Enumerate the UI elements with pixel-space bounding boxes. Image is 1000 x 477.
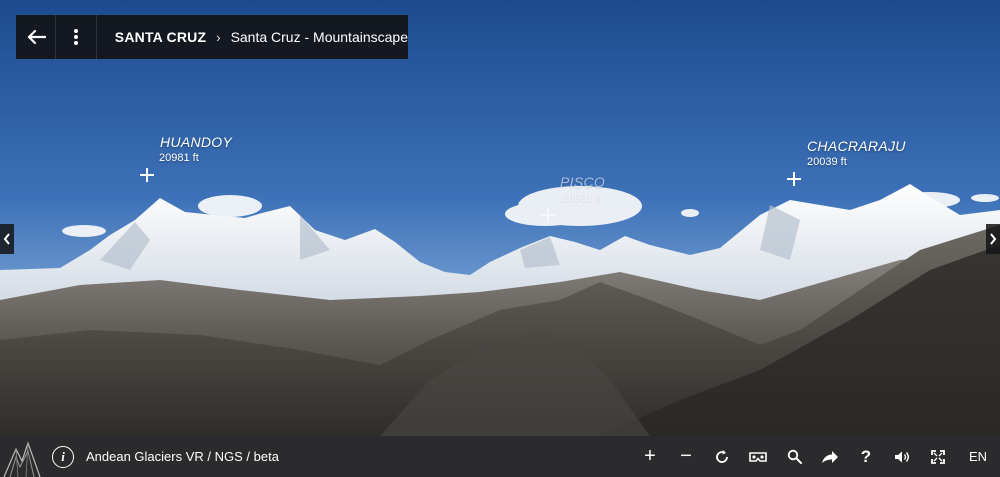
peak-marker-pisco[interactable]: [541, 208, 555, 222]
peak-elevation-pisco: 18901 ft: [562, 192, 602, 204]
toolbar-tools: + − ? EN: [632, 436, 1000, 477]
peak-marker-chacraraju[interactable]: [787, 172, 801, 186]
search-button[interactable]: [776, 436, 812, 477]
mountain-logo-icon: [0, 436, 44, 477]
back-button[interactable]: [16, 15, 57, 59]
help-button[interactable]: ?: [848, 436, 884, 477]
breadcrumb-separator: ›: [216, 29, 221, 45]
vr-button[interactable]: [740, 436, 776, 477]
chevron-right-icon: [990, 233, 997, 245]
bottom-toolbar: i Andean Glaciers VR / NGS / beta + − ? …: [0, 436, 1000, 477]
arrow-left-icon: [27, 29, 46, 45]
share-button[interactable]: [812, 436, 848, 477]
vertical-dots-icon: [74, 29, 79, 45]
vr-headset-icon: [749, 451, 767, 462]
chevron-left-icon: [3, 233, 10, 245]
speaker-icon: [895, 451, 909, 462]
breadcrumb: SANTA CRUZ › Santa Cruz - Mountainscape: [97, 15, 408, 59]
breadcrumb-scene: Santa Cruz - Mountainscape: [230, 29, 408, 45]
peak-name-pisco: PISCO: [560, 174, 606, 190]
next-scene-button[interactable]: [986, 224, 1000, 254]
menu-button[interactable]: [56, 15, 97, 59]
fullscreen-button[interactable]: [920, 436, 956, 477]
peak-elevation-huandoy: 20981 ft: [159, 152, 199, 164]
info-button[interactable]: i: [52, 445, 74, 468]
peak-name-chacraraju: CHACRARAJU: [807, 138, 906, 154]
peak-marker-huandoy[interactable]: [140, 168, 154, 182]
top-bar: SANTA CRUZ › Santa Cruz - Mountainscape: [16, 15, 408, 59]
sound-button[interactable]: [884, 436, 920, 477]
app-title: Andean Glaciers VR / NGS / beta: [86, 449, 279, 464]
panorama-scene[interactable]: [0, 0, 1000, 436]
breadcrumb-location[interactable]: SANTA CRUZ: [115, 29, 206, 45]
zoom-in-button[interactable]: +: [632, 436, 668, 477]
peak-name-huandoy: HUANDOY: [160, 134, 233, 150]
rotate-button[interactable]: [704, 436, 740, 477]
rotate-icon: [716, 449, 728, 463]
previous-scene-button[interactable]: [0, 224, 14, 254]
search-icon: [787, 449, 802, 464]
share-arrow-icon: [822, 450, 838, 463]
fullscreen-icon: [931, 449, 945, 464]
zoom-out-button[interactable]: −: [668, 436, 704, 477]
peak-elevation-chacraraju: 20039 ft: [807, 156, 847, 168]
language-selector[interactable]: EN: [956, 436, 1000, 477]
